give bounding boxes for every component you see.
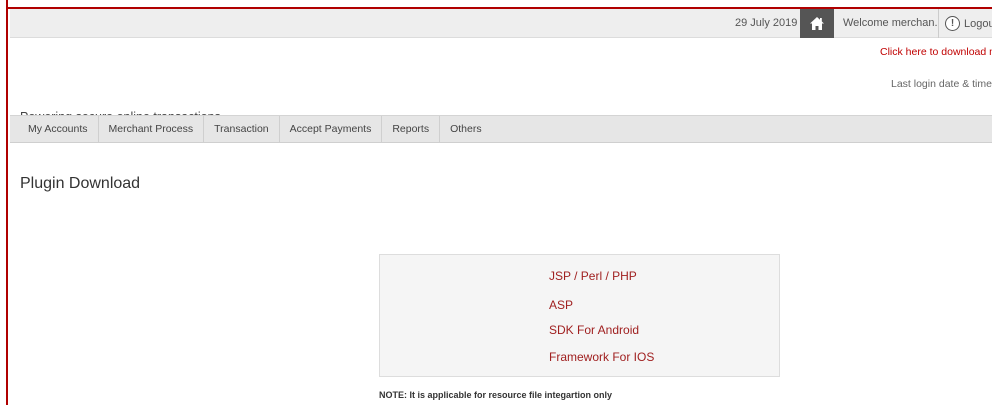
logout-button[interactable]: ! Logout <box>945 9 992 38</box>
top-utility-bar: 29 July 2019 Welcome merchan... ! Logout <box>10 9 992 38</box>
nav-item-reports[interactable]: Reports <box>382 116 441 142</box>
plugin-list-panel: JSP / Perl / PHP ASP SDK For Android Fra… <box>379 254 780 377</box>
last-login-label: Last login date & time: <box>891 78 992 90</box>
download-link[interactable]: Click here to download m <box>880 46 992 58</box>
plugin-link-jsp-perl-php[interactable]: JSP / Perl / PHP <box>549 269 637 283</box>
nav-item-my-accounts[interactable]: My Accounts <box>10 116 99 142</box>
nav-item-transaction[interactable]: Transaction <box>204 116 280 142</box>
current-date: 29 July 2019 <box>735 17 798 29</box>
nav-item-accept-payments[interactable]: Accept Payments <box>280 116 383 142</box>
integration-note: NOTE: It is applicable for resource file… <box>379 390 613 400</box>
plugin-link-sdk-android[interactable]: SDK For Android <box>549 323 639 337</box>
plugin-link-framework-ios[interactable]: Framework For IOS <box>549 350 654 364</box>
nav-item-others[interactable]: Others <box>440 116 492 142</box>
home-icon <box>810 17 824 30</box>
nav-item-merchant-process[interactable]: Merchant Process <box>99 116 205 142</box>
user-circle-icon: ! <box>945 16 960 31</box>
plugin-link-asp[interactable]: ASP <box>549 298 573 312</box>
window-top-border <box>0 0 992 9</box>
home-button[interactable] <box>800 9 834 38</box>
logout-label: Logout <box>964 17 992 30</box>
main-nav: My Accounts Merchant Process Transaction… <box>10 115 992 143</box>
window-left-border <box>0 0 8 405</box>
welcome-message: Welcome merchan... <box>843 9 939 38</box>
page-title: Plugin Download <box>20 175 141 192</box>
